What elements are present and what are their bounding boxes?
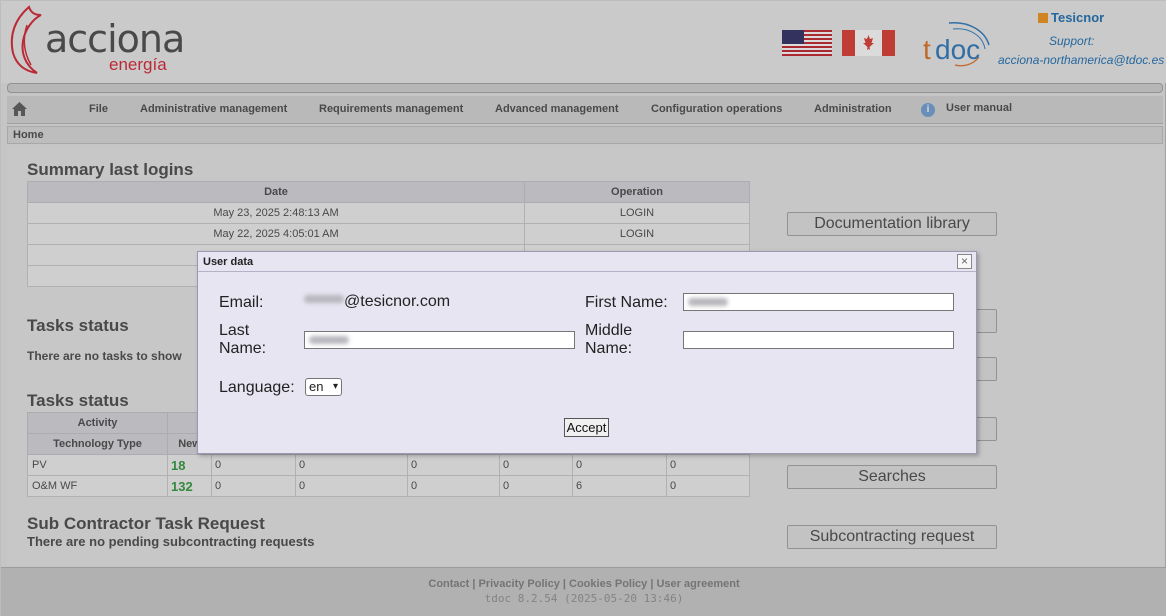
dialog-titlebar[interactable]: User data × — [198, 252, 976, 272]
redacted-blur — [304, 295, 344, 303]
chevron-down-icon: ▾ — [332, 381, 338, 392]
middle-name-label: Middle Name: — [585, 322, 633, 357]
dialog-title: User data — [203, 256, 254, 268]
email-label: Email: — [219, 294, 264, 311]
last-name-label: Last Name: — [219, 322, 267, 357]
close-icon[interactable]: × — [957, 254, 972, 269]
redacted-blur — [309, 336, 349, 344]
language-select[interactable]: en ▾ — [305, 378, 342, 396]
app-window: acciona energía t doc Tesicnor Support: … — [0, 0, 1166, 616]
language-label: Language: — [219, 379, 295, 396]
email-value: @tesicnor.com — [304, 293, 450, 311]
user-data-dialog: User data × Email: @tesicnor.com First N… — [197, 251, 977, 454]
redacted-blur — [688, 298, 728, 306]
accept-button[interactable]: Accept — [564, 418, 609, 437]
first-name-label: First Name: — [585, 294, 668, 311]
first-name-field[interactable] — [683, 293, 954, 311]
middle-name-field[interactable] — [683, 331, 954, 349]
last-name-field[interactable] — [304, 331, 575, 349]
